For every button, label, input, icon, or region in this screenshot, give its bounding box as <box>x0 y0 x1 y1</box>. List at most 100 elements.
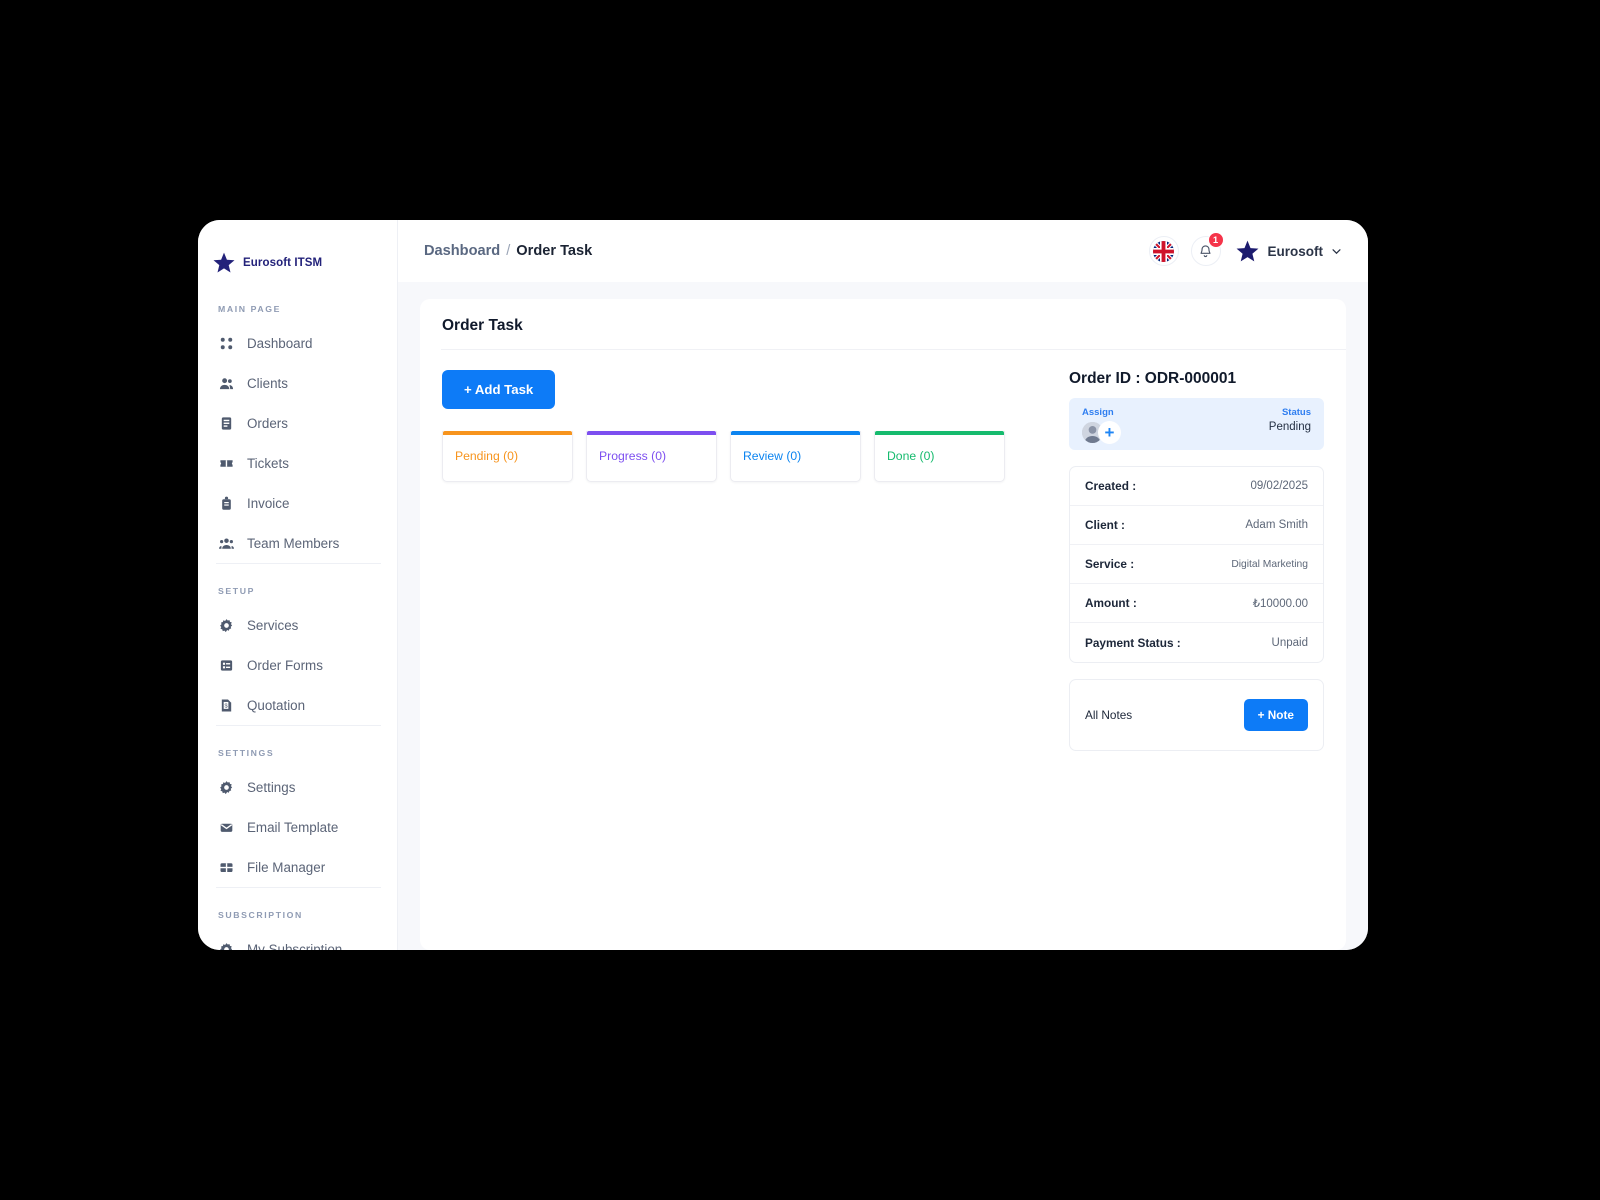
sidebar-item-team-members[interactable]: Team Members <box>198 523 397 563</box>
notification-badge: 1 <box>1207 232 1224 248</box>
sidebar-item-email-template[interactable]: Email Template <box>216 807 381 847</box>
brand-name: Eurosoft ITSM <box>243 257 323 269</box>
brand-logo[interactable]: Eurosoft ITSM <box>198 220 397 282</box>
assign-avatars: + <box>1082 421 1121 444</box>
table-row: Created : 09/02/2025 <box>1070 467 1323 506</box>
sidebar-item-file-manager[interactable]: File Manager <box>216 847 381 887</box>
sidebar-item-quotation[interactable]: $ Quotation <box>216 685 381 725</box>
detail-value-created: 09/02/2025 <box>1250 480 1308 492</box>
sidebar-label-my-subscription: My Subscription <box>247 941 343 951</box>
sidebar-label-tickets: Tickets <box>247 455 289 471</box>
sidebar-item-orders[interactable]: Orders <box>198 403 397 443</box>
detail-key-service: Service : <box>1085 557 1135 571</box>
kanban-columns: Pending (0) Progress (0) Review (0) Done… <box>442 431 1039 482</box>
sidebar-item-clients[interactable]: Clients <box>198 363 397 403</box>
status-badge: Pending <box>1268 421 1311 433</box>
team-icon <box>218 535 234 551</box>
task-board-column: + Add Task Pending (0) Progress (0) Revi… <box>442 370 1039 751</box>
sidebar-item-my-subscription[interactable]: My Subscription <box>216 929 381 950</box>
user-menu[interactable]: Eurosoft <box>1235 239 1343 264</box>
assign-label: Assign <box>1082 407 1114 418</box>
status-label: Status <box>1281 407 1311 418</box>
user-name-label: Eurosoft <box>1267 243 1324 259</box>
topbar-actions: 1 Eurosoft <box>1148 232 1343 266</box>
kanban-label-review: Review (0) <box>743 449 802 463</box>
add-assignee-button[interactable]: + <box>1098 421 1121 444</box>
sidebar-item-invoice[interactable]: Invoice <box>198 483 397 523</box>
nav-group-setup: SETUP Services Order Forms $ Quotation <box>216 563 381 725</box>
content-area: Order Task + Add Task Pending (0) Progre… <box>398 282 1368 950</box>
order-summary-column: Order ID : ODR-000001 Assign + Status Pe… <box>1069 370 1324 751</box>
detail-value-payment-status: Unpaid <box>1271 636 1308 649</box>
topbar: Dashboard / Order Task 1 Eurosoft <box>398 220 1368 282</box>
breadcrumb: Dashboard / Order Task <box>424 243 592 259</box>
all-notes-card: All Notes + Note <box>1069 679 1324 751</box>
gear-icon <box>218 617 234 633</box>
breadcrumb-current: Order Task <box>516 243 593 259</box>
table-row: Payment Status : Unpaid <box>1070 623 1323 662</box>
app-window: Eurosoft ITSM MAIN PAGE Dashboard Client… <box>198 220 1368 950</box>
main-area: Dashboard / Order Task 1 Eurosoft Order … <box>398 220 1368 950</box>
sidebar-item-tickets[interactable]: Tickets <box>198 443 397 483</box>
nav-group-main: MAIN PAGE Dashboard Clients Orders Ticke… <box>198 282 397 563</box>
nav-group-settings: SETTINGS Settings Email Template File Ma… <box>216 725 381 887</box>
notifications-button[interactable]: 1 <box>1190 232 1224 266</box>
sidebar-item-services[interactable]: Services <box>216 605 381 645</box>
status-section: Status Pending <box>1269 407 1311 433</box>
sidebar-item-order-forms[interactable]: Order Forms <box>216 645 381 685</box>
sidebar-label-invoice: Invoice <box>247 495 290 511</box>
add-task-button[interactable]: + Add Task <box>442 370 556 409</box>
order-id-heading: Order ID : ODR-000001 <box>1069 370 1237 387</box>
breadcrumb-separator: / <box>506 243 511 259</box>
group-label-main: MAIN PAGE <box>218 304 281 314</box>
sidebar-label-orders: Orders <box>247 415 288 431</box>
table-row: Client : Adam Smith <box>1070 506 1323 545</box>
order-details-card: Created : 09/02/2025 Client : Adam Smith… <box>1069 466 1324 663</box>
people-icon <box>218 375 234 391</box>
group-label-setup: SETUP <box>218 586 255 596</box>
language-selector-button[interactable] <box>1148 236 1179 266</box>
nav-group-subscription: SUBSCRIPTION My Subscription <box>216 887 381 950</box>
gear-icon <box>218 779 234 795</box>
order-task-panel: Order Task + Add Task Pending (0) Progre… <box>420 299 1346 950</box>
form-list-icon <box>218 657 234 673</box>
ticket-icon <box>218 455 234 471</box>
detail-value-client: Adam Smith <box>1245 519 1308 531</box>
sidebar-label-services: Services <box>247 617 299 633</box>
kanban-column-review[interactable]: Review (0) <box>730 431 861 482</box>
table-row: Service : Digital Marketing <box>1070 545 1323 584</box>
breadcrumb-parent[interactable]: Dashboard <box>424 243 500 259</box>
detail-key-payment-status: Payment Status : <box>1085 635 1181 650</box>
sidebar-label-order-forms: Order Forms <box>247 657 323 673</box>
grid-dots-icon <box>218 335 234 351</box>
page-title: Order Task <box>442 317 523 334</box>
sidebar-label-settings: Settings <box>247 779 296 795</box>
kanban-column-pending[interactable]: Pending (0) <box>442 431 573 482</box>
chevron-down-icon <box>1332 248 1341 254</box>
sidebar-item-dashboard[interactable]: Dashboard <box>198 323 397 363</box>
detail-key-client: Client : <box>1085 518 1125 532</box>
kanban-label-done: Done (0) <box>887 449 935 463</box>
detail-value-service: Digital Marketing <box>1231 558 1308 570</box>
sidebar-label-clients: Clients <box>247 375 288 391</box>
panel-body: + Add Task Pending (0) Progress (0) Revi… <box>442 350 1324 751</box>
folder-grid-icon <box>218 859 234 875</box>
add-note-button[interactable]: + Note <box>1243 699 1308 731</box>
invoice-lock-icon <box>218 495 234 511</box>
kanban-column-progress[interactable]: Progress (0) <box>586 431 717 482</box>
quote-document-icon: $ <box>218 697 234 713</box>
kanban-column-done[interactable]: Done (0) <box>874 431 1005 482</box>
mail-icon <box>218 819 234 835</box>
table-row: Amount : ₺10000.00 <box>1070 584 1323 623</box>
uk-flag-icon <box>1153 240 1174 262</box>
star-logo-icon <box>213 252 235 273</box>
kanban-label-pending: Pending (0) <box>455 449 519 463</box>
group-label-subscription: SUBSCRIPTION <box>218 910 303 920</box>
sidebar-item-settings[interactable]: Settings <box>216 767 381 807</box>
detail-value-amount: ₺10000.00 <box>1252 598 1308 610</box>
user-star-icon <box>1236 240 1258 261</box>
assign-section: Assign + <box>1082 407 1121 444</box>
document-list-icon <box>218 415 234 431</box>
gear-icon <box>218 941 234 950</box>
sidebar-label-team-members: Team Members <box>247 535 340 551</box>
